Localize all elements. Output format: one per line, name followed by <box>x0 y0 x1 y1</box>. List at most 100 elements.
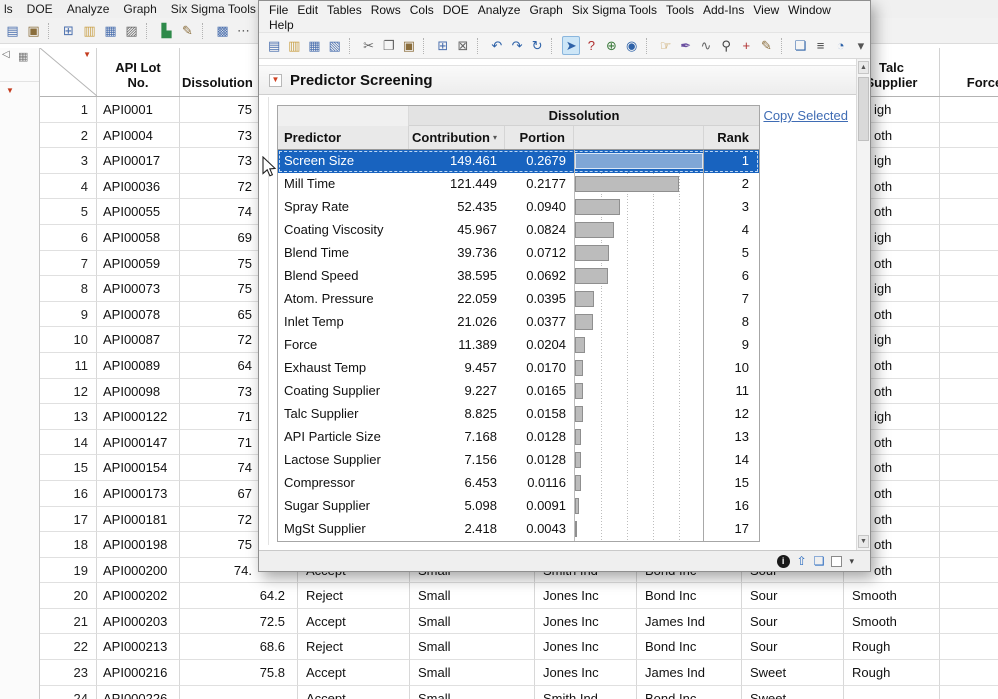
menu-add-ins[interactable]: Add-Ins <box>703 3 744 17</box>
row-number[interactable]: 22 <box>40 634 97 660</box>
menu-rows[interactable]: Rows <box>371 3 401 17</box>
predictor-row-sugar-supplier[interactable]: Sugar Supplier5.0980.009116 <box>278 495 759 518</box>
row-number[interactable]: 18 <box>40 532 97 558</box>
surface-cell[interactable]: Rough <box>844 660 940 686</box>
pencil-icon[interactable]: ✎ <box>178 21 197 40</box>
api-lot-cell[interactable]: API000200 <box>97 558 180 584</box>
predictor-row-force[interactable]: Force11.3890.02049 <box>278 334 759 357</box>
row-number[interactable]: 12 <box>40 379 97 405</box>
hand-tool-icon[interactable]: ☞ <box>657 36 675 55</box>
api-lot-cell[interactable]: API000198 <box>97 532 180 558</box>
menu-tools[interactable]: Tools <box>666 3 694 17</box>
menu-graph[interactable]: Graph <box>529 3 562 17</box>
scrollbar-thumb[interactable] <box>858 77 869 141</box>
supplier1-cell[interactable]: Jones Inc <box>535 660 637 686</box>
size-cell[interactable]: Small <box>410 686 535 699</box>
taste-cell[interactable]: Sweet <box>742 660 844 686</box>
row-number[interactable]: 3 <box>40 148 97 174</box>
info-icon[interactable]: i <box>777 555 790 568</box>
row-number[interactable]: 20 <box>40 583 97 609</box>
predictor-row-api-particle-size[interactable]: API Particle Size7.1680.012813 <box>278 426 759 449</box>
rows-menu-icon[interactable]: ▼ <box>6 87 14 95</box>
dissolution-cell[interactable]: 64.2 <box>180 583 298 609</box>
api-lot-cell[interactable]: API00087 <box>97 327 180 353</box>
api-lot-cell[interactable]: API00073 <box>97 276 180 302</box>
api-lot-cell[interactable]: API000147 <box>97 430 180 456</box>
api-lot-cell[interactable]: API00059 <box>97 251 180 277</box>
disclosure-triangle-icon[interactable]: ▼ <box>269 74 282 87</box>
row-number[interactable]: 2 <box>40 123 97 149</box>
crosshair-tool-icon[interactable]: ⊕ <box>602 36 620 55</box>
row-number[interactable]: 8 <box>40 276 97 302</box>
taste-cell[interactable]: Sour <box>742 609 844 635</box>
row-number[interactable]: 16 <box>40 481 97 507</box>
taste-cell[interactable]: Sour <box>742 583 844 609</box>
open-table-icon[interactable]: ▥ <box>80 21 99 40</box>
status-cell[interactable]: Accept <box>298 686 410 699</box>
scroll-up-icon[interactable]: ⇧ <box>797 555 807 567</box>
column-header-force[interactable]: Force <box>940 48 998 96</box>
menu-six-sigma-tools[interactable]: Six Sigma Tools <box>572 3 657 17</box>
predictor-row-blend-speed[interactable]: Blend Speed38.5950.06926 <box>278 265 759 288</box>
predictor-row-lactose-supplier[interactable]: Lactose Supplier7.1560.012814 <box>278 449 759 472</box>
open-icon[interactable]: ▥ <box>285 36 303 55</box>
row-number[interactable]: 13 <box>40 404 97 430</box>
rerun-icon[interactable]: ↻ <box>528 36 546 55</box>
predictor-row-mill-time[interactable]: Mill Time121.4490.21772 <box>278 173 759 196</box>
api-lot-cell[interactable]: API000216 <box>97 660 180 686</box>
brush-tool-icon[interactable]: ✒ <box>677 36 695 55</box>
predictor-row-spray-rate[interactable]: Spray Rate52.4350.09403 <box>278 196 759 219</box>
lasso-tool-icon[interactable]: ∿ <box>697 36 715 55</box>
dissolution-cell[interactable] <box>180 686 298 699</box>
supplier2-cell[interactable]: Bond Inc <box>637 634 742 660</box>
supplier1-cell[interactable]: Jones Inc <box>535 609 637 635</box>
column-header-predictor[interactable]: Predictor <box>278 126 409 149</box>
row-number[interactable]: 7 <box>40 251 97 277</box>
row-number[interactable]: 24 <box>40 686 97 699</box>
predictor-row-inlet-temp[interactable]: Inlet Temp21.0260.03778 <box>278 311 759 334</box>
predictor-row-compressor[interactable]: Compressor6.4530.011615 <box>278 472 759 495</box>
save-icon[interactable]: ▦ <box>305 36 323 55</box>
api-lot-cell[interactable]: API000173 <box>97 481 180 507</box>
arrow-tool-icon[interactable]: ➤ <box>562 36 580 55</box>
contribution-menu-caret-icon[interactable]: ▾ <box>493 126 502 149</box>
column-header-rank[interactable]: Rank <box>704 126 759 149</box>
table-row-20[interactable]: 20API00020264.2RejectSmallJones IncBond … <box>40 583 998 609</box>
vertical-scrollbar[interactable]: ▲ ▼ <box>856 59 870 550</box>
size-cell[interactable]: Small <box>410 609 535 635</box>
columns-menu-icon[interactable]: ▼ <box>83 51 91 59</box>
supplier2-cell[interactable]: Bond Inc <box>637 686 742 699</box>
annotate-tool-icon[interactable]: + <box>737 36 755 55</box>
api-lot-cell[interactable]: API00078 <box>97 302 180 328</box>
magnifier-tool-icon[interactable]: ⚲ <box>717 36 735 55</box>
pencil-tool-icon[interactable]: ✎ <box>757 36 775 55</box>
supplier2-cell[interactable]: James Ind <box>637 660 742 686</box>
dissolution-cell[interactable]: 72.5 <box>180 609 298 635</box>
status-cell[interactable]: Accept <box>298 609 410 635</box>
cycle-icon[interactable]: ◔ <box>832 36 850 55</box>
copy-icon[interactable]: ❐ <box>380 36 398 55</box>
dissolution-cell[interactable]: 68.6 <box>180 634 298 660</box>
surface-cell[interactable]: Smooth <box>844 609 940 635</box>
supplier1-cell[interactable]: Jones Inc <box>535 583 637 609</box>
surface-cell[interactable]: Rough <box>844 634 940 660</box>
predictor-row-blend-time[interactable]: Blend Time39.7360.07125 <box>278 242 759 265</box>
status-cell[interactable]: Reject <box>298 583 410 609</box>
table-row-22[interactable]: 22API00021368.6RejectSmallJones IncBond … <box>40 634 998 660</box>
size-cell[interactable]: Small <box>410 583 535 609</box>
scrollbar-up-icon[interactable]: ▲ <box>858 61 869 74</box>
menu-window[interactable]: Window <box>788 3 831 17</box>
surface-cell[interactable] <box>844 686 940 699</box>
taste-cell[interactable]: Sour <box>742 634 844 660</box>
column-header-api-lot[interactable]: API Lot No. <box>97 48 180 96</box>
row-number[interactable]: 5 <box>40 199 97 225</box>
supplier1-cell[interactable]: Jones Inc <box>535 634 637 660</box>
row-number[interactable]: 19 <box>40 558 97 584</box>
layout-icon[interactable]: ≡ <box>811 36 829 55</box>
api-lot-cell[interactable]: API00098 <box>97 379 180 405</box>
cut-icon[interactable]: ✂ <box>359 36 377 55</box>
checkbox-icon[interactable] <box>831 556 842 567</box>
row-number[interactable]: 11 <box>40 353 97 379</box>
panel-collapse-icon[interactable]: ◁ <box>2 49 10 60</box>
api-lot-cell[interactable]: API000154 <box>97 455 180 481</box>
